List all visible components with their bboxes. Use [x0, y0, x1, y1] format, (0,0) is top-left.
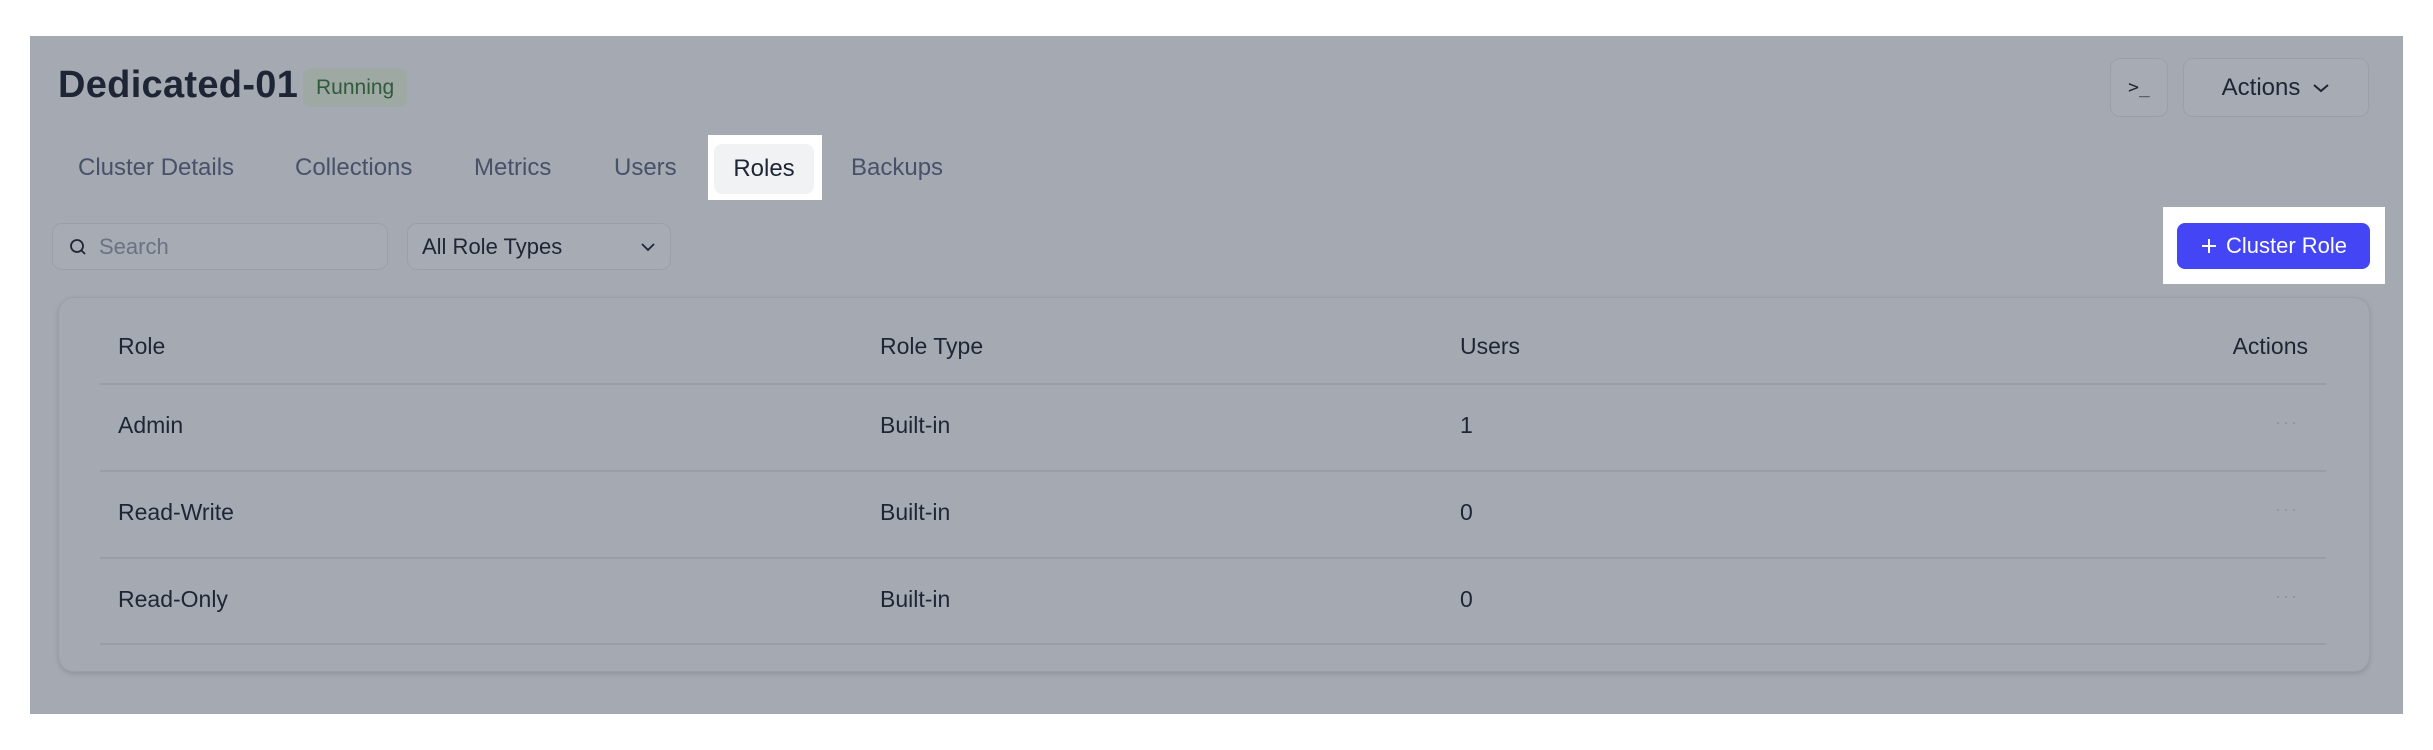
- column-header-users: Users: [1460, 333, 1521, 359]
- role-type: Built-in: [880, 499, 951, 525]
- role-type-selected: All Role Types: [422, 233, 563, 259]
- tab-collections[interactable]: Collections: [295, 152, 412, 184]
- more-actions-icon[interactable]: ···: [2275, 586, 2299, 607]
- tab-users[interactable]: Users: [614, 152, 677, 184]
- column-header-actions: Actions: [2232, 333, 2308, 359]
- search-icon: [70, 238, 86, 255]
- add-cluster-role-button[interactable]: Cluster Role: [2177, 223, 2370, 269]
- row-divider: [100, 470, 2326, 472]
- more-actions-icon[interactable]: ···: [2275, 499, 2299, 520]
- actions-label: Actions: [2221, 73, 2301, 101]
- role-type: Built-in: [880, 586, 951, 612]
- search-placeholder: Search: [99, 233, 169, 259]
- role-type: Built-in: [880, 412, 951, 438]
- row-divider: [100, 557, 2326, 559]
- tab-roles[interactable]: Roles: [714, 144, 814, 194]
- terminal-icon: >_: [2128, 77, 2150, 98]
- role-users: 0: [1460, 499, 1473, 525]
- search-input[interactable]: Search: [52, 223, 388, 270]
- role-users: 1: [1460, 412, 1473, 438]
- chevron-down-icon: [2313, 83, 2329, 92]
- role-name: Read-Only: [118, 586, 228, 612]
- tab-metrics[interactable]: Metrics: [474, 152, 551, 184]
- tab-cluster-details[interactable]: Cluster Details: [78, 152, 234, 184]
- actions-menu-button[interactable]: Actions: [2183, 58, 2369, 117]
- plus-icon: [2201, 239, 2216, 253]
- status-badge: Running: [303, 68, 408, 107]
- roles-table: [58, 297, 2370, 672]
- add-cluster-role-label: Cluster Role: [2225, 233, 2348, 258]
- role-type-select[interactable]: All Role Types: [407, 223, 671, 270]
- role-name: Admin: [118, 412, 184, 438]
- column-header-role: Role: [118, 333, 166, 359]
- role-name: Read-Write: [118, 499, 234, 525]
- chevron-down-icon: [641, 242, 655, 251]
- column-header-role-type: Role Type: [880, 333, 984, 359]
- role-users: 0: [1460, 586, 1473, 612]
- page-overlay: Dedicated-01 Running >_ Actions Cluster …: [30, 36, 2403, 714]
- row-divider: [100, 643, 2326, 645]
- tab-backups[interactable]: Backups: [851, 152, 943, 184]
- terminal-button[interactable]: >_: [2110, 58, 2168, 117]
- row-divider: [100, 383, 2326, 385]
- page-title: Dedicated-01: [58, 64, 299, 106]
- more-actions-icon[interactable]: ···: [2275, 412, 2299, 433]
